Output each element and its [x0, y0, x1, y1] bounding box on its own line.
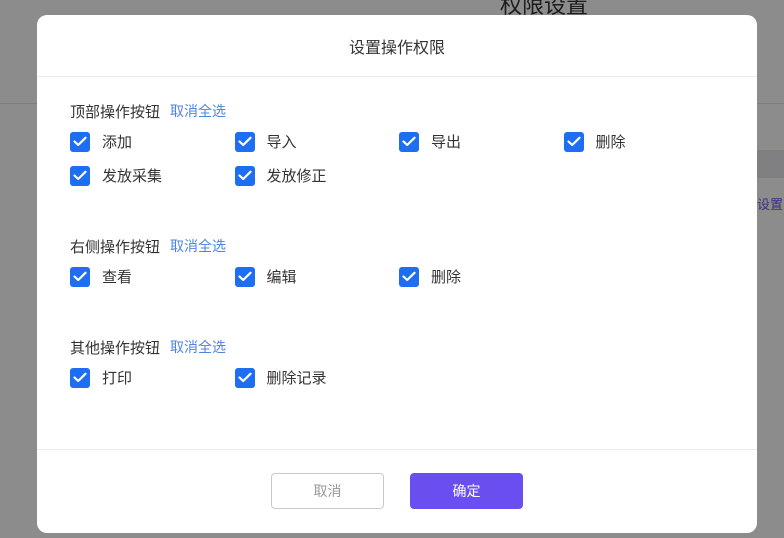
dialog-footer: 取消 确定	[37, 449, 757, 533]
checkbox-checked[interactable]	[234, 367, 255, 388]
section-title: 右侧操作按钮	[70, 237, 161, 256]
option-group: 打印 删除记录	[70, 367, 730, 388]
dialog-body: 顶部操作按钮 取消全选 添加 导入 导出 删除 发放采集 发放修正 右侧操作按钮…	[37, 77, 757, 450]
option-group: 查看 编辑 删除	[70, 266, 730, 287]
option-label: 删除记录	[266, 369, 327, 387]
cancel-button[interactable]: 取消	[271, 473, 384, 509]
checkbox-checked[interactable]	[234, 165, 255, 186]
checkbox-checked[interactable]	[234, 266, 255, 287]
option-import[interactable]: 导入	[234, 131, 400, 152]
checkbox-checked[interactable]	[70, 266, 90, 287]
option-label: 删除	[431, 268, 462, 286]
section-title: 顶部操作按钮	[70, 102, 161, 121]
option-print[interactable]: 打印	[70, 367, 235, 388]
option-label: 打印	[102, 369, 133, 387]
deselect-all-link[interactable]: 取消全选	[170, 101, 226, 121]
checkbox-checked[interactable]	[70, 131, 90, 152]
section-title: 其他操作按钮	[70, 338, 161, 357]
checkbox-checked[interactable]	[399, 266, 419, 287]
checkbox-checked[interactable]	[70, 367, 90, 388]
option-delete[interactable]: 删除	[563, 131, 729, 152]
option-label: 查看	[102, 268, 133, 286]
section-right-buttons: 右侧操作按钮 取消全选 查看 编辑 删除	[70, 235, 730, 287]
option-label: 删除	[595, 133, 626, 151]
option-export[interactable]: 导出	[399, 131, 564, 152]
option-label: 发放采集	[102, 167, 163, 185]
option-view[interactable]: 查看	[70, 266, 235, 287]
confirm-button[interactable]: 确定	[410, 473, 523, 509]
option-label: 发放修正	[266, 167, 327, 185]
checkbox-checked[interactable]	[563, 131, 584, 152]
section-top-buttons: 顶部操作按钮 取消全选 添加 导入 导出 删除 发放采集 发放修正	[70, 100, 730, 186]
option-delete-row[interactable]: 删除	[399, 266, 564, 287]
dialog-title: 设置操作权限	[348, 37, 445, 57]
option-delete-record[interactable]: 删除记录	[234, 367, 400, 388]
option-edit[interactable]: 编辑	[234, 266, 400, 287]
dialog-header: 设置操作权限	[37, 15, 757, 77]
option-label: 添加	[102, 133, 133, 151]
permission-dialog: 设置操作权限 顶部操作按钮 取消全选 添加 导入 导出 删除 发放采集 发放修正…	[37, 15, 757, 533]
option-issue-correction[interactable]: 发放修正	[234, 165, 400, 186]
option-label: 导出	[431, 133, 462, 151]
section-other-buttons: 其他操作按钮 取消全选 打印 删除记录	[70, 336, 730, 388]
deselect-all-link[interactable]: 取消全选	[170, 337, 226, 357]
checkbox-checked[interactable]	[399, 131, 419, 152]
deselect-all-link[interactable]: 取消全选	[170, 236, 226, 256]
option-label: 编辑	[266, 268, 297, 286]
checkbox-checked[interactable]	[70, 165, 90, 186]
option-group: 添加 导入 导出 删除 发放采集 发放修正	[70, 131, 730, 186]
option-issue-collection[interactable]: 发放采集	[70, 165, 235, 186]
checkbox-checked[interactable]	[234, 131, 255, 152]
option-label: 导入	[266, 133, 297, 151]
option-add[interactable]: 添加	[70, 131, 235, 152]
